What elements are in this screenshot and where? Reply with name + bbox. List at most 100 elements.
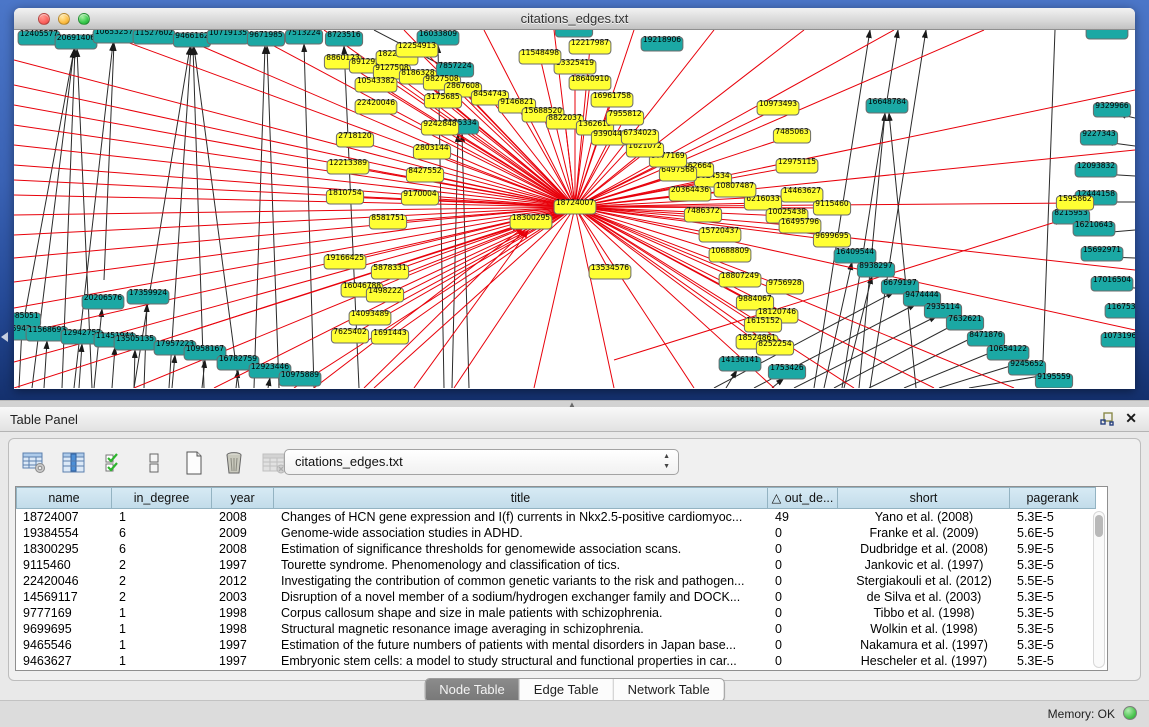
table-cell[interactable]: 0	[768, 653, 838, 669]
rows-icon[interactable]	[141, 450, 167, 476]
table-cell[interactable]: 6	[112, 541, 212, 557]
graph-node[interactable]: 1498222	[366, 286, 403, 302]
graph-node[interactable]: 10653257	[93, 30, 135, 43]
graph-node[interactable]: 10688809	[709, 246, 751, 262]
graph-node[interactable]: 9671985	[247, 30, 284, 46]
table-cell[interactable]: 5.3E-5	[1010, 653, 1096, 669]
table-cell[interactable]: 9777169	[16, 605, 112, 621]
graph-node[interactable]: 1810754	[326, 188, 363, 204]
graph-node[interactable]: 7632621	[946, 314, 983, 330]
graph-node[interactable]: 9170004	[401, 189, 438, 205]
table-cell[interactable]: 18724007	[16, 509, 112, 525]
graph-node[interactable]: 8723516	[325, 30, 362, 46]
graph-node[interactable]: 10543382	[355, 76, 397, 92]
table-cell[interactable]: Dudbridge et al. (2008)	[838, 541, 1010, 557]
graph-node[interactable]: 20206576	[82, 293, 124, 309]
graph-node[interactable]: 10973493	[757, 99, 799, 115]
table-cell[interactable]: 22420046	[16, 573, 112, 589]
graph-node[interactable]: 7625402	[331, 327, 368, 343]
tab-edge-table[interactable]: Edge Table	[519, 679, 613, 701]
table-row[interactable]: 969969511998Structural magnetic resonanc…	[16, 621, 1107, 637]
table-cell[interactable]: Disruption of a novel member of a sodium…	[274, 589, 768, 605]
table-cell[interactable]: 2	[112, 589, 212, 605]
graph-node[interactable]: 10807487	[714, 181, 756, 197]
graph-node[interactable]: 13505135	[114, 334, 156, 350]
table-cell[interactable]: 1997	[212, 653, 274, 669]
table-cell[interactable]: 1	[112, 605, 212, 621]
close-panel-icon[interactable]: ✕	[1125, 410, 1137, 427]
table-cell[interactable]: 5.3E-5	[1010, 557, 1096, 573]
table-cell[interactable]: 0	[768, 573, 838, 589]
graph-node[interactable]: 14093489	[349, 309, 391, 325]
graph-node[interactable]: 10975889	[279, 370, 321, 386]
float-panel-icon[interactable]	[1099, 411, 1115, 427]
table-row[interactable]: 1456911722003Disruption of a novel membe…	[16, 589, 1107, 605]
column-checklist-icon[interactable]	[101, 450, 127, 476]
table-cell[interactable]: Franke et al. (2009)	[838, 525, 1010, 541]
table-cell[interactable]: 1	[112, 637, 212, 653]
graph-node[interactable]: 7513224	[285, 30, 322, 44]
table-cell[interactable]: 9699695	[16, 621, 112, 637]
table-cell[interactable]: 0	[768, 605, 838, 621]
graph-node[interactable]: 6734023	[621, 128, 658, 144]
table-row[interactable]: 946362711997Embryonic stem cells: a mode…	[16, 653, 1107, 669]
graph-node[interactable]: 9699695	[813, 231, 850, 247]
tab-node-table[interactable]: Node Table	[425, 679, 519, 701]
graph-node[interactable]: 3175685	[424, 92, 461, 108]
table-cell[interactable]: 2003	[212, 589, 274, 605]
column-header-in_degree[interactable]: in_degree	[112, 487, 212, 509]
table-cell[interactable]: 1998	[212, 605, 274, 621]
horizontal-splitter[interactable]: ▲	[0, 400, 1149, 407]
graph-node[interactable]: 2803144	[413, 143, 450, 159]
table-cell[interactable]: 2009	[212, 525, 274, 541]
column-header-name[interactable]: name	[16, 487, 112, 509]
table-cell[interactable]: Wolkin et al. (1998)	[838, 621, 1010, 637]
graph-node[interactable]: 9242848	[421, 119, 458, 135]
graph-node[interactable]: 19218906	[641, 35, 683, 51]
graph-node[interactable]: 17016504	[1091, 275, 1133, 291]
table-row[interactable]: 2242004622012Investigating the contribut…	[16, 573, 1107, 589]
table-cell[interactable]: 5.6E-5	[1010, 525, 1096, 541]
graph-node[interactable]: 11527602	[133, 30, 175, 44]
table-row[interactable]: 1872400712008Changes of HCN gene express…	[16, 509, 1107, 525]
graph-node[interactable]: 8938297	[857, 261, 894, 277]
graph-node[interactable]: 7485063	[773, 127, 810, 143]
table-cell[interactable]: Nakamura et al. (1997)	[838, 637, 1010, 653]
graph-node[interactable]: 14136141	[719, 355, 761, 371]
table-cell[interactable]: 1	[112, 621, 212, 637]
table-cell[interactable]: 5.9E-5	[1010, 541, 1096, 557]
graph-node[interactable]: 8427552	[406, 166, 443, 182]
column-header-title[interactable]: title	[274, 487, 768, 509]
graph-node[interactable]: 11548498	[519, 48, 561, 64]
table-cell[interactable]: Tibbo et al. (1998)	[838, 605, 1010, 621]
table-cell[interactable]: de Silva et al. (2003)	[838, 589, 1010, 605]
graph-node[interactable]: 10719135	[207, 30, 249, 44]
graph-node[interactable]: 7955812	[606, 109, 643, 125]
trash-icon[interactable]	[221, 450, 247, 476]
graph-node[interactable]: 12405577	[18, 30, 60, 45]
network-table-selector[interactable]: citations_edges.txt ▲▼	[284, 449, 679, 475]
graph-node[interactable]: 15720437	[699, 226, 741, 242]
table-cell[interactable]: Jankovic et al. (1997)	[838, 557, 1010, 573]
graph-node[interactable]: 15692971	[1081, 245, 1123, 261]
table-row[interactable]: 1830029562008Estimation of significance …	[16, 541, 1107, 557]
table-mode-icon[interactable]	[21, 450, 47, 476]
graph-node[interactable]: 12213389	[327, 158, 369, 174]
table-cell[interactable]: 2012	[212, 573, 274, 589]
table-cell[interactable]: Investigating the contribution of common…	[274, 573, 768, 589]
table-cell[interactable]: 19384554	[16, 525, 112, 541]
graph-node[interactable]: 20364436	[669, 185, 711, 201]
table-cell[interactable]: 2008	[212, 541, 274, 557]
column-visibility-icon[interactable]	[61, 450, 87, 476]
table-cell[interactable]: 5.3E-5	[1010, 637, 1096, 653]
graph-node[interactable]: 10731967	[1101, 331, 1135, 347]
column-header-short[interactable]: short	[838, 487, 1010, 509]
table-cell[interactable]: 0	[768, 525, 838, 541]
table-cell[interactable]: Corpus callosum shape and size in male p…	[274, 605, 768, 621]
graph-node[interactable]: 2718120	[336, 131, 373, 147]
column-header-out_de[interactable]: △ out_de...	[768, 487, 838, 509]
table-cell[interactable]: 1	[112, 653, 212, 669]
graph-node[interactable]: 16648784	[866, 97, 908, 113]
table-cell[interactable]: Estimation of significance thresholds fo…	[274, 541, 768, 557]
graph-node[interactable]: 9227343	[1080, 129, 1117, 145]
